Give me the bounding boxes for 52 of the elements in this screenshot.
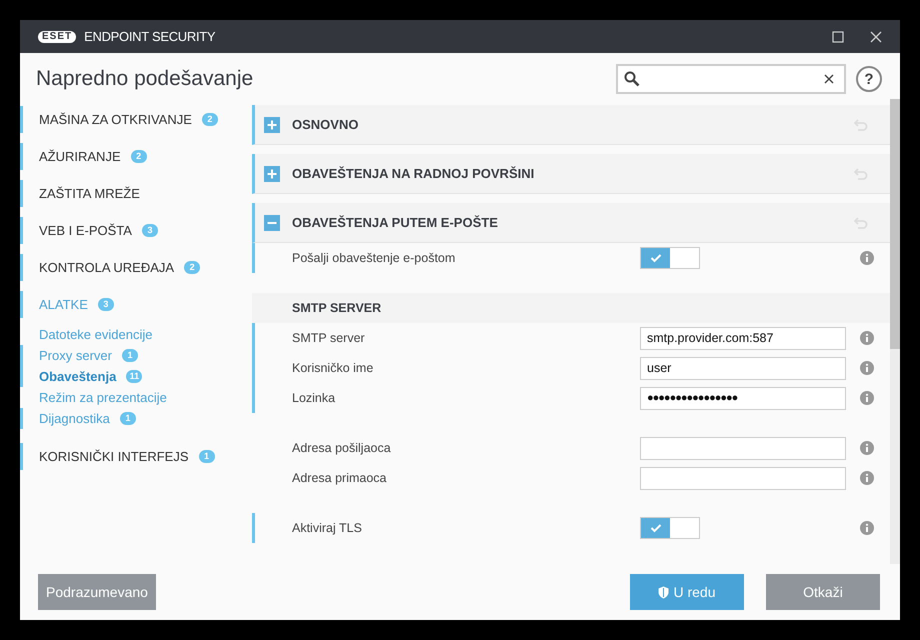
count-badge: 1 bbox=[120, 412, 136, 425]
text-field[interactable] bbox=[640, 466, 846, 490]
info-icon[interactable] bbox=[860, 251, 874, 265]
password-field[interactable]: ●●●●●●●●●●●●●●●● bbox=[640, 386, 846, 410]
setting-label: SMTP server bbox=[292, 331, 366, 345]
search-icon bbox=[624, 71, 640, 87]
setting-label: Pošalji obaveštenje e-poštom bbox=[292, 251, 456, 265]
scrollbar[interactable] bbox=[890, 99, 900, 564]
count-badge: 1 bbox=[122, 349, 138, 362]
info-icon[interactable] bbox=[860, 391, 874, 405]
section-header[interactable]: OSNOVNO bbox=[252, 105, 890, 145]
expand-icon[interactable] bbox=[264, 116, 280, 132]
clear-icon[interactable] bbox=[824, 74, 834, 84]
expand-icon[interactable] bbox=[264, 166, 280, 182]
info-icon[interactable] bbox=[860, 441, 874, 455]
help-button[interactable]: ? bbox=[856, 66, 882, 92]
close-icon[interactable] bbox=[870, 30, 882, 42]
setting-label: Adresa primaoca bbox=[292, 471, 388, 485]
count-badge: 3 bbox=[98, 298, 114, 311]
section-header[interactable]: OBAVEŠTENJA PUTEM E-POŠTE bbox=[252, 203, 890, 243]
check-icon bbox=[650, 253, 662, 263]
brand-logo: ESET bbox=[38, 30, 76, 42]
product-name: ENDPOINT SECURITY bbox=[84, 29, 216, 44]
setting-label: Lozinka bbox=[292, 391, 336, 405]
info-icon[interactable] bbox=[860, 471, 874, 485]
toggle-switch[interactable] bbox=[640, 247, 700, 269]
sidebar-item[interactable]: KORISNIČKI INTERFEJS 1 bbox=[20, 443, 252, 470]
text-field[interactable]: user bbox=[640, 356, 846, 380]
count-badge: 3 bbox=[142, 224, 158, 237]
count-badge: 2 bbox=[184, 261, 200, 274]
group-heading: SMTP SERVER bbox=[292, 301, 382, 315]
scrollbar-thumb[interactable] bbox=[890, 99, 900, 349]
text-field[interactable] bbox=[640, 436, 846, 460]
count-badge: 2 bbox=[202, 113, 218, 126]
count-badge: 2 bbox=[130, 150, 147, 163]
shield-icon bbox=[658, 586, 670, 598]
count-badge: 1 bbox=[198, 450, 215, 463]
setting-label: Korisničko ime bbox=[292, 361, 374, 375]
info-icon[interactable] bbox=[860, 361, 874, 375]
text-field[interactable]: smtp.provider.com:587 bbox=[640, 326, 846, 350]
info-icon[interactable] bbox=[860, 331, 874, 345]
count-badge: 11 bbox=[126, 370, 142, 383]
setting-label: Aktiviraj TLS bbox=[292, 521, 363, 535]
check-icon bbox=[650, 523, 662, 533]
toggle-switch[interactable] bbox=[640, 517, 700, 539]
section-header[interactable]: OBAVEŠTENJA NA RADNOJ POVRŠINI bbox=[252, 154, 890, 194]
maximize-icon[interactable] bbox=[832, 30, 844, 42]
info-icon[interactable] bbox=[860, 521, 874, 535]
setting-label: Adresa pošiljaoca bbox=[292, 441, 392, 455]
collapse-icon[interactable] bbox=[264, 214, 280, 230]
page-title: Napredno podešavanje bbox=[36, 67, 254, 91]
search-field[interactable] bbox=[616, 64, 846, 94]
